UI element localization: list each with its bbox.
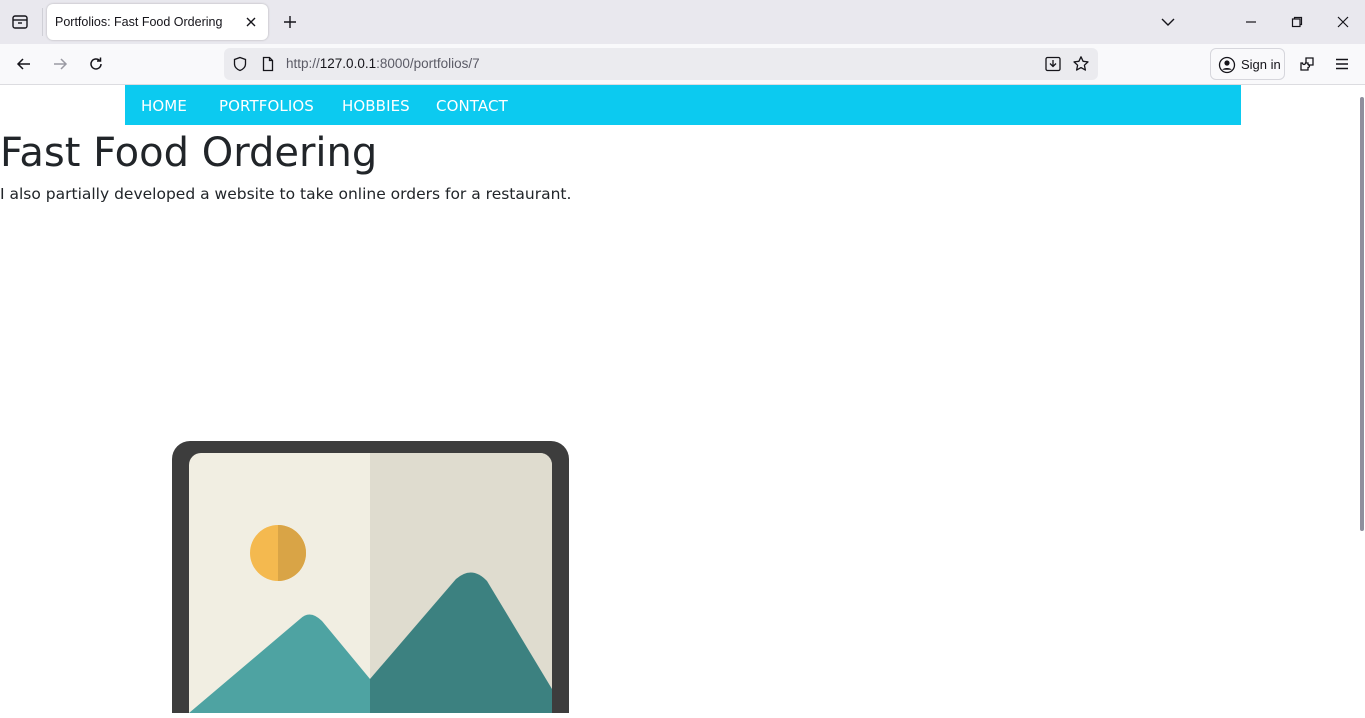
- nav-home-link[interactable]: HOME: [141, 97, 187, 115]
- list-all-tabs-icon[interactable]: [1158, 12, 1178, 32]
- url-scheme: http://: [286, 56, 320, 71]
- url-path: :8000/portfolios/7: [376, 56, 480, 71]
- portfolio-image: [172, 441, 569, 718]
- page-info-icon[interactable]: [260, 56, 276, 77]
- save-to-pocket-icon[interactable]: [1044, 55, 1062, 78]
- minimize-window-icon[interactable]: [1228, 0, 1274, 44]
- account-icon: [1218, 56, 1236, 74]
- nav-hobbies-link[interactable]: HOBBIES: [342, 97, 410, 115]
- bookmark-star-icon[interactable]: [1072, 55, 1090, 78]
- browser-tab-active[interactable]: Portfolios: Fast Food Ordering: [47, 4, 268, 40]
- image-placeholder-icon: [172, 441, 569, 718]
- sign-in-label: Sign in: [1241, 57, 1281, 72]
- nav-portfolios-link[interactable]: PORTFOLIOS: [219, 97, 314, 115]
- tracking-shield-icon[interactable]: [232, 56, 248, 77]
- reload-icon[interactable]: [84, 52, 108, 76]
- tab-separator: [42, 8, 43, 36]
- app-menu-icon[interactable]: [1330, 52, 1354, 76]
- page-viewport: HOME PORTFOLIOS HOBBIES CONTACT Fast Foo…: [0, 85, 1365, 718]
- back-arrow-icon[interactable]: [12, 52, 36, 76]
- forward-arrow-icon[interactable]: [48, 52, 72, 76]
- extensions-icon[interactable]: [1295, 52, 1319, 76]
- url-text: http://127.0.0.1:8000/portfolios/7: [286, 56, 480, 71]
- firefox-view-icon[interactable]: [8, 10, 32, 34]
- vertical-scrollbar[interactable]: [1360, 97, 1364, 531]
- nav-contact-link[interactable]: CONTACT: [436, 97, 508, 115]
- page-title: Fast Food Ordering: [0, 130, 378, 176]
- tab-title: Portfolios: Fast Food Ordering: [55, 15, 223, 29]
- new-tab-icon[interactable]: [280, 12, 300, 32]
- close-window-icon[interactable]: [1320, 0, 1365, 44]
- address-bar[interactable]: http://127.0.0.1:8000/portfolios/7: [224, 48, 1098, 80]
- page-description: I also partially developed a website to …: [0, 185, 572, 203]
- sign-in-button[interactable]: Sign in: [1210, 48, 1285, 80]
- url-host: 127.0.0.1: [319, 56, 377, 71]
- restore-window-icon[interactable]: [1274, 0, 1320, 44]
- browser-tab-bar: Portfolios: Fast Food Ordering: [0, 0, 1365, 44]
- close-tab-icon[interactable]: [243, 14, 259, 30]
- site-navbar: HOME PORTFOLIOS HOBBIES CONTACT: [125, 85, 1241, 125]
- browser-toolbar: http://127.0.0.1:8000/portfolios/7 Sign …: [0, 44, 1365, 85]
